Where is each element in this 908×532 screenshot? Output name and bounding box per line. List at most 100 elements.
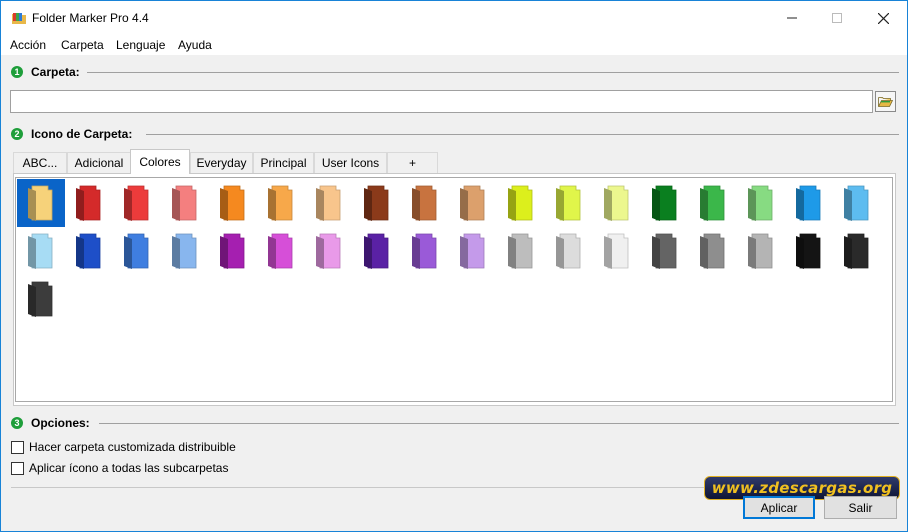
folder-icon — [268, 233, 293, 269]
folder-path-input[interactable] — [10, 90, 873, 113]
distributable-option[interactable]: Hacer carpeta customizada distribuible — [11, 440, 236, 454]
folder-color-swatch[interactable] — [353, 179, 401, 227]
folder-icon — [364, 185, 389, 221]
subfolders-option[interactable]: Aplicar ícono a todas las subcarpetas — [11, 461, 228, 475]
folder-icon — [172, 185, 197, 221]
folder-color-swatch[interactable] — [17, 179, 65, 227]
folder-icon — [124, 185, 149, 221]
tab-adicional[interactable]: Adicional — [67, 152, 131, 173]
folder-icon — [796, 233, 821, 269]
folder-color-swatch[interactable] — [785, 227, 833, 275]
menu-lenguaje[interactable]: Lenguaje — [116, 38, 165, 52]
app-window: Folder Marker Pro 4.4 Acción Carpeta Len… — [0, 0, 908, 532]
folder-color-swatch[interactable] — [113, 227, 161, 275]
folder-color-swatch[interactable] — [833, 179, 881, 227]
maximize-button[interactable] — [814, 1, 860, 35]
browse-folder-button[interactable] — [875, 91, 896, 112]
subfolders-label: Aplicar ícono a todas las subcarpetas — [29, 461, 229, 475]
folder-color-swatch[interactable] — [17, 227, 65, 275]
folder-color-swatch[interactable] — [65, 227, 113, 275]
subfolders-checkbox[interactable] — [11, 461, 24, 475]
section-options-header: 3 Opciones: — [11, 415, 90, 431]
apply-button[interactable]: Aplicar — [743, 496, 815, 519]
tab-colores[interactable]: Colores — [130, 149, 190, 174]
folder-color-swatch[interactable] — [545, 227, 593, 275]
title-bar: Folder Marker Pro 4.4 — [1, 1, 907, 35]
menu-accion[interactable]: Acción — [10, 38, 46, 52]
divider — [87, 72, 899, 73]
folder-color-swatch[interactable] — [401, 179, 449, 227]
folder-color-swatch[interactable] — [401, 227, 449, 275]
menu-ayuda[interactable]: Ayuda — [178, 38, 212, 52]
folder-color-swatch[interactable] — [497, 227, 545, 275]
folder-color-swatch[interactable] — [833, 227, 881, 275]
folder-color-swatch[interactable] — [113, 179, 161, 227]
folder-icon — [28, 185, 53, 221]
tab-user-icons[interactable]: User Icons — [314, 152, 387, 173]
folder-icon — [268, 185, 293, 221]
folder-icon — [220, 233, 245, 269]
folder-color-swatch[interactable] — [785, 179, 833, 227]
folder-color-swatch[interactable] — [737, 179, 785, 227]
folder-color-swatch[interactable] — [65, 179, 113, 227]
folder-color-swatch[interactable] — [449, 179, 497, 227]
folder-color-swatch[interactable] — [641, 179, 689, 227]
folder-color-swatch[interactable] — [353, 227, 401, 275]
folder-icon — [508, 185, 533, 221]
distributable-label: Hacer carpeta customizada distribuible — [29, 440, 236, 454]
folder-color-swatch[interactable] — [737, 227, 785, 275]
folder-color-swatch[interactable] — [17, 275, 65, 323]
close-button[interactable] — [860, 1, 906, 35]
folder-icon — [556, 233, 581, 269]
folder-color-swatch[interactable] — [497, 179, 545, 227]
folder-color-swatch[interactable] — [305, 227, 353, 275]
folder-icon — [28, 233, 53, 269]
folder-color-swatch[interactable] — [209, 179, 257, 227]
folder-icon — [460, 185, 485, 221]
folder-icon-grid — [15, 177, 893, 402]
section-icon-header: 2 Icono de Carpeta: — [11, 126, 132, 142]
minimize-button[interactable] — [769, 1, 815, 35]
folder-icon — [652, 185, 677, 221]
folder-color-swatch[interactable] — [161, 227, 209, 275]
folder-color-swatch[interactable] — [689, 179, 737, 227]
menu-carpeta[interactable]: Carpeta — [61, 38, 104, 52]
tab-everyday[interactable]: Everyday — [190, 152, 253, 173]
folder-color-swatch[interactable] — [257, 179, 305, 227]
window-title: Folder Marker Pro 4.4 — [32, 11, 149, 25]
folder-section-label: Carpeta: — [31, 65, 80, 79]
folder-icon — [604, 185, 629, 221]
folder-color-swatch[interactable] — [305, 179, 353, 227]
options-section-label: Opciones: — [31, 416, 90, 430]
folder-icon — [172, 233, 197, 269]
folder-icon — [364, 233, 389, 269]
section-folder-header: 1 Carpeta: — [11, 64, 80, 80]
folder-color-swatch[interactable] — [209, 227, 257, 275]
folder-icon — [604, 233, 629, 269]
folder-color-swatch[interactable] — [449, 227, 497, 275]
tab-principal[interactable]: Principal — [253, 152, 314, 173]
folder-icon — [316, 233, 341, 269]
distributable-checkbox[interactable] — [11, 440, 24, 454]
folder-color-swatch[interactable] — [689, 227, 737, 275]
tab-add[interactable]: + — [387, 152, 438, 173]
folder-icon — [652, 233, 677, 269]
folder-icon — [556, 185, 581, 221]
step-3-badge: 3 — [11, 417, 23, 429]
tab-abc[interactable]: ABC... — [13, 152, 67, 173]
folder-icon — [844, 233, 869, 269]
folder-color-swatch[interactable] — [641, 227, 689, 275]
folder-color-swatch[interactable] — [257, 227, 305, 275]
folder-icon — [796, 185, 821, 221]
folder-color-swatch[interactable] — [545, 179, 593, 227]
app-logo-icon — [12, 13, 26, 24]
divider — [146, 134, 899, 135]
folder-color-swatch[interactable] — [593, 227, 641, 275]
folder-icon — [748, 185, 773, 221]
folder-icon — [28, 281, 53, 317]
folder-icon — [748, 233, 773, 269]
folder-color-swatch[interactable] — [161, 179, 209, 227]
folder-icon — [220, 185, 245, 221]
folder-color-swatch[interactable] — [593, 179, 641, 227]
exit-button[interactable]: Salir — [824, 496, 897, 519]
